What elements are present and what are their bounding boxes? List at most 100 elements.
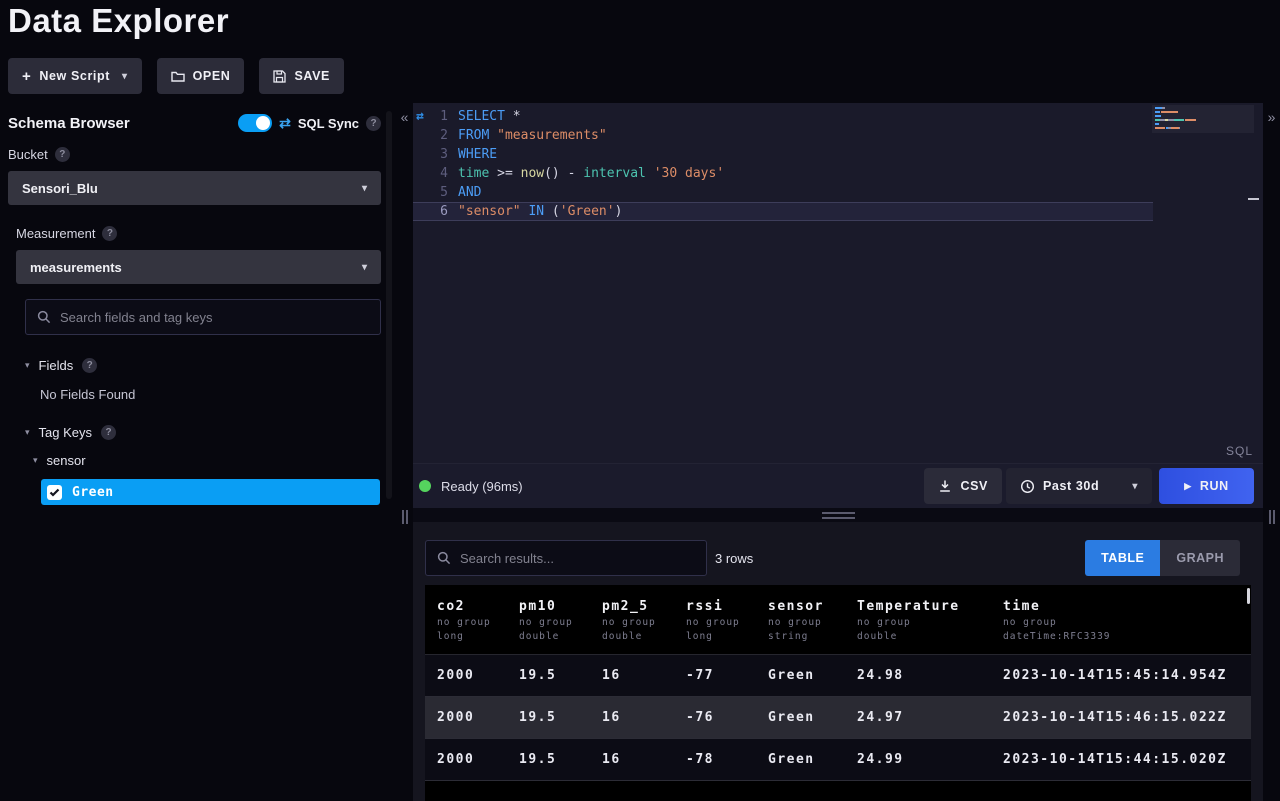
line-number: 5	[440, 185, 448, 200]
code-line[interactable]: ⇄ 1 SELECT *	[413, 107, 1153, 126]
code-token: *	[504, 109, 521, 124]
column-header-pm2_5: pm2_5 no group double	[602, 599, 656, 642]
table-row[interactable]: 2000 19.5 16 -78 Green 24.99 2023-10-14T15:44:…	[425, 739, 1251, 781]
time-range-dropdown[interactable]: Past 30d ▾	[1006, 468, 1152, 504]
schema-search-box	[25, 299, 381, 335]
open-button[interactable]: OPEN	[156, 58, 245, 94]
measurement-label: Measurement	[16, 226, 96, 241]
code-line[interactable]: 4 time >= now() - interval '30 days'	[413, 164, 1153, 183]
save-button[interactable]: SAVE	[259, 58, 344, 94]
column-header-Temperature: Temperature no group double	[857, 599, 960, 642]
table-row[interactable]: 2000 19.5 16 -76 Green 24.97 2023-10-14T15:46:…	[425, 697, 1251, 739]
tag-key-sensor[interactable]: ▾ sensor	[33, 453, 396, 468]
minimap-line	[1155, 107, 1251, 109]
run-label: RUN	[1199, 479, 1229, 493]
code-token: 'Green'	[559, 204, 615, 219]
results-panel: 3 rows TABLEGRAPH co2no grouplong pm10no …	[413, 522, 1263, 801]
table-cell: 2000	[437, 668, 475, 683]
schema-browser-panel: Schema Browser ⇄ SQL Sync ? Bucket ? Sen…	[0, 103, 396, 801]
sql-sync-gutter-icon: ⇄	[416, 109, 424, 124]
fields-section-header[interactable]: ▾ Fields ?	[25, 358, 396, 373]
help-icon[interactable]: ?	[102, 226, 118, 241]
code-token: "sensor"	[458, 204, 521, 219]
line-gutter: ⇄ 1	[413, 107, 458, 126]
sql-sync-toggle[interactable]	[238, 114, 273, 132]
chevron-down-icon: ▾	[25, 427, 30, 437]
table-cell: Green	[768, 710, 815, 725]
clock-icon	[1020, 479, 1035, 493]
search-icon	[37, 310, 51, 324]
results-search-input[interactable]	[460, 550, 695, 566]
schema-search-input[interactable]	[60, 309, 369, 325]
measurement-dropdown[interactable]: measurements ▾	[16, 250, 381, 284]
code-lines: ⇄ 1 SELECT * 2 FROM "measurements" 3 WHERE 4 tim…	[413, 107, 1153, 221]
code-line[interactable]: 6 "sensor" IN ('Green')	[413, 202, 1153, 221]
table-scrollbar[interactable]	[1247, 588, 1250, 604]
code-token: now	[520, 166, 545, 181]
line-gutter: 2	[413, 126, 458, 145]
help-icon[interactable]: ?	[54, 147, 70, 162]
chevron-down-icon: ▾	[33, 455, 38, 465]
chevron-down-icon: ▾	[361, 261, 367, 273]
tag-value-green[interactable]: Green	[41, 479, 380, 505]
table-header: co2 no group long pm10 no group double pm2_5 no…	[425, 585, 1251, 655]
editor-statusbar: Ready (96ms) CSV Past 30d ▾ ▶ RUN	[413, 463, 1263, 508]
collapse-left-icon[interactable]: «	[396, 109, 413, 125]
row-count: 3 rows	[715, 550, 754, 566]
code-line[interactable]: 3 WHERE	[413, 145, 1153, 164]
horizontal-splitter[interactable]	[413, 508, 1263, 522]
tag-keys-label: Tag Keys	[38, 425, 93, 440]
horizontal-drag-handle[interactable]	[821, 511, 855, 519]
tag-keys-section-header[interactable]: ▾ Tag Keys ?	[25, 425, 396, 440]
table-cell: Green	[768, 752, 815, 767]
search-icon	[437, 551, 451, 565]
help-icon[interactable]: ?	[82, 358, 98, 373]
right-panel-divider: »	[1263, 103, 1280, 801]
minimap-line	[1155, 127, 1251, 129]
minimap-line	[1155, 123, 1251, 125]
status-text: Ready (96ms)	[441, 478, 523, 494]
new-script-label: New Script	[39, 69, 110, 83]
folder-icon	[170, 71, 185, 82]
checkbox-checked-icon[interactable]	[47, 484, 62, 500]
tab-graph[interactable]: GRAPH	[1160, 540, 1240, 576]
csv-download-button[interactable]: CSV	[924, 468, 1002, 504]
line-number: 6	[440, 204, 448, 219]
column-header-pm10: pm10 no group double	[519, 599, 573, 642]
code-line[interactable]: 5 AND	[413, 183, 1153, 202]
run-button[interactable]: ▶ RUN	[1159, 468, 1254, 504]
table-cell: 24.99	[857, 752, 904, 767]
help-icon[interactable]: ?	[101, 425, 117, 440]
sql-editor[interactable]: ⇄ 1 SELECT * 2 FROM "measurements" 3 WHERE 4 tim…	[413, 103, 1263, 463]
overview-ruler-mark	[1248, 198, 1259, 200]
table-cell: 16	[602, 710, 621, 725]
vertical-drag-handle[interactable]	[401, 510, 408, 524]
table-row[interactable]: 2000 19.5 16 -77 Green 24.98 2023-10-14T15:45:…	[425, 655, 1251, 697]
code-token: (	[544, 204, 560, 219]
column-header-time: time no group dateTime:RFC3339	[1003, 599, 1111, 642]
collapse-right-icon[interactable]: »	[1263, 109, 1280, 125]
minimap-line	[1155, 111, 1251, 113]
code-token: "measurements"	[497, 128, 607, 143]
minimap[interactable]	[1152, 105, 1254, 133]
table-body: 2000 19.5 16 -77 Green 24.98 2023-10-14T15:45:…	[425, 655, 1251, 781]
table-cell: 24.98	[857, 668, 904, 683]
table-cell: 2000	[437, 710, 475, 725]
results-tabs: TABLE GRAPH	[1085, 540, 1240, 576]
sidebar-scrollbar[interactable]	[386, 111, 392, 499]
save-label: SAVE	[294, 69, 330, 83]
plus-icon: +	[22, 67, 32, 85]
tab-table[interactable]: TABLE	[1085, 540, 1161, 576]
table-cell: 2023-10-14T15:46:15.022Z	[1003, 710, 1227, 725]
code-text: "sensor" IN ('Green')	[458, 202, 622, 221]
column-header-sensor: sensor no group string	[768, 599, 824, 642]
code-line[interactable]: 2 FROM "measurements"	[413, 126, 1153, 145]
sql-sync-icon: ⇄	[279, 114, 291, 131]
bucket-dropdown[interactable]: Sensori_Blu ▾	[8, 171, 381, 205]
vertical-drag-handle[interactable]	[1268, 510, 1275, 524]
measurement-value: measurements	[30, 259, 122, 275]
new-script-button[interactable]: + New Script ▾	[8, 58, 142, 94]
help-icon[interactable]: ?	[366, 115, 381, 131]
line-number: 4	[440, 166, 448, 181]
page-title: Data Explorer	[8, 2, 230, 39]
